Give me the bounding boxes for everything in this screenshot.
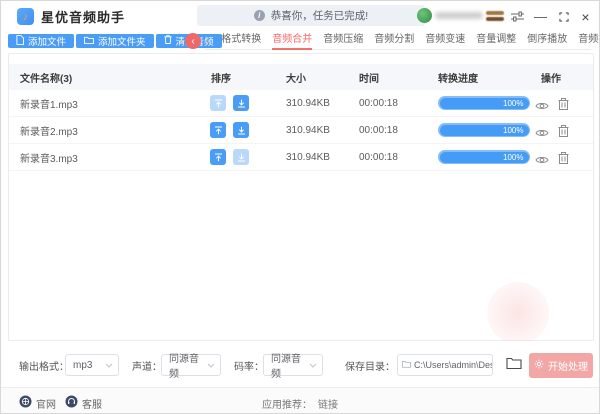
app-logo-icon: ♪ bbox=[17, 8, 34, 25]
preview-icon[interactable] bbox=[535, 98, 549, 116]
info-icon: i bbox=[254, 10, 265, 21]
redacted-promo bbox=[417, 7, 504, 24]
move-down-button[interactable] bbox=[233, 95, 249, 111]
app-recommend: 应用推荐： 链接 bbox=[1, 396, 599, 411]
bitrate-select[interactable]: 同源音频 bbox=[263, 354, 323, 376]
tab-reverse-play[interactable]: 倒序播放 bbox=[527, 32, 567, 50]
file-duration: 00:00:18 bbox=[359, 144, 398, 170]
footer: 官网 客服 应用推荐：链接 bbox=[1, 387, 599, 414]
file-duration: 00:00:18 bbox=[359, 117, 398, 143]
table-row: 新录音1.mp3 310.94KB 00:00:18 100% bbox=[9, 90, 593, 117]
settings-icon[interactable] bbox=[509, 8, 526, 25]
table-row: 新录音2.mp3 310.94KB 00:00:18 100% bbox=[9, 117, 593, 144]
bitrate-value: 同源音频 bbox=[271, 350, 309, 380]
tab-volume-adjust[interactable]: 音量调整 bbox=[476, 32, 516, 50]
tab-audio-extract[interactable]: 音频提取 bbox=[578, 32, 600, 50]
output-format-select[interactable]: mp3 bbox=[65, 354, 119, 376]
progress-value: 100% bbox=[503, 153, 528, 162]
file-size: 310.94KB bbox=[286, 90, 330, 116]
maximize-icon[interactable] bbox=[555, 8, 572, 25]
move-up-button[interactable] bbox=[210, 149, 226, 165]
minimize-icon[interactable]: — bbox=[532, 8, 549, 25]
file-duration: 00:00:18 bbox=[359, 90, 398, 116]
chevron-down-icon bbox=[207, 360, 215, 371]
watermark bbox=[487, 282, 549, 344]
add-file-button[interactable]: 添加文件 bbox=[8, 34, 74, 48]
bitrate-label: 码率： bbox=[234, 358, 264, 373]
browse-folder-button[interactable] bbox=[503, 354, 525, 376]
chevron-down-icon bbox=[309, 360, 317, 371]
tab-format-convert[interactable]: 格式转换 bbox=[221, 32, 261, 50]
tabs-scroll-left-icon[interactable]: < bbox=[205, 36, 210, 46]
app-window: ♪ 星优音频助手 i 恭喜你，任务已完成! — × 添加文件 添加文件夹 bbox=[0, 0, 600, 414]
tab-audio-split[interactable]: 音频分割 bbox=[374, 32, 414, 50]
notification-text: 恭喜你，任务已完成! bbox=[271, 8, 368, 23]
promo-logo-icon bbox=[417, 8, 432, 23]
file-name: 新录音3.mp3 bbox=[20, 144, 78, 170]
progress-bar: 100% bbox=[438, 150, 530, 164]
chevron-down-icon bbox=[105, 360, 113, 371]
progress-bar: 100% bbox=[438, 123, 530, 137]
delete-icon[interactable] bbox=[558, 97, 569, 115]
file-name: 新录音2.mp3 bbox=[20, 117, 78, 143]
move-down-button[interactable] bbox=[233, 122, 249, 138]
progress-value: 100% bbox=[503, 99, 528, 108]
folder-small-icon bbox=[402, 360, 411, 370]
channel-select[interactable]: 同源音频 bbox=[161, 354, 221, 376]
channel-label: 声道： bbox=[132, 358, 162, 373]
header-sort: 排序 bbox=[211, 64, 231, 90]
app-brand: ♪ 星优音频助手 bbox=[17, 7, 125, 26]
delete-icon[interactable] bbox=[558, 124, 569, 142]
feature-tabs: < 格式转换 音频合并 音频压缩 音频分割 音频变速 音量调整 倒序播放 音频提… bbox=[205, 32, 591, 50]
table-row: 新录音3.mp3 310.94KB 00:00:18 100% bbox=[9, 144, 593, 171]
preview-icon[interactable] bbox=[535, 125, 549, 143]
progress-bar: 100% bbox=[438, 96, 530, 110]
file-table-panel: 文件名称(3) 排序 大小 时间 转换进度 操作 新录音1.mp3 310.94… bbox=[8, 53, 594, 341]
collapse-tabs-button[interactable]: ‹ bbox=[185, 33, 201, 49]
file-size: 310.94KB bbox=[286, 117, 330, 143]
notification-banner: i 恭喜你，任务已完成! bbox=[197, 5, 425, 26]
add-folder-button[interactable]: 添加文件夹 bbox=[76, 34, 154, 48]
folder-open-icon bbox=[506, 357, 522, 373]
channel-value: 同源音频 bbox=[169, 350, 207, 380]
header-size: 大小 bbox=[286, 64, 306, 90]
add-folder-label: 添加文件夹 bbox=[98, 34, 146, 48]
move-up-button[interactable] bbox=[210, 122, 226, 138]
start-processing-button[interactable]: 开始处理 bbox=[529, 353, 593, 378]
recommend-link[interactable]: 链接 bbox=[318, 400, 338, 411]
tab-audio-merge[interactable]: 音频合并 bbox=[272, 32, 312, 50]
close-icon[interactable]: × bbox=[577, 8, 594, 25]
file-size: 310.94KB bbox=[286, 144, 330, 170]
folder-icon bbox=[84, 36, 94, 47]
add-file-label: 添加文件 bbox=[28, 34, 66, 48]
redacted-text bbox=[435, 12, 483, 19]
file-name: 新录音1.mp3 bbox=[20, 90, 78, 116]
titlebar: ♪ 星优音频助手 i 恭喜你，任务已完成! — × bbox=[1, 1, 599, 31]
gear-icon bbox=[534, 359, 544, 372]
delete-icon[interactable] bbox=[558, 151, 569, 169]
output-format-value: mp3 bbox=[73, 360, 92, 371]
output-settings-bar: 输出格式： mp3 声道： 同源音频 码率： 同源音频 保存目录： C:\Use… bbox=[1, 341, 599, 387]
redacted-badge bbox=[486, 11, 504, 21]
tab-audio-speed[interactable]: 音频变速 bbox=[425, 32, 465, 50]
progress-value: 100% bbox=[503, 126, 528, 135]
recommend-label: 应用推荐： bbox=[262, 400, 312, 411]
save-dir-value: C:\Users\admin\Deskto bbox=[414, 360, 493, 370]
tab-audio-compress[interactable]: 音频压缩 bbox=[323, 32, 363, 50]
output-format-label: 输出格式： bbox=[19, 358, 69, 373]
header-actions: 操作 bbox=[541, 64, 561, 90]
file-icon bbox=[16, 35, 24, 48]
move-down-button[interactable] bbox=[233, 149, 249, 165]
header-progress: 转换进度 bbox=[438, 64, 478, 90]
trash-icon bbox=[164, 35, 172, 47]
header-filename: 文件名称(3) bbox=[20, 64, 72, 90]
save-dir-label: 保存目录： bbox=[345, 358, 395, 373]
move-up-button[interactable] bbox=[210, 95, 226, 111]
table-header: 文件名称(3) 排序 大小 时间 转换进度 操作 bbox=[9, 64, 593, 90]
start-processing-label: 开始处理 bbox=[548, 358, 588, 373]
header-time: 时间 bbox=[359, 64, 379, 90]
save-dir-input[interactable]: C:\Users\admin\Deskto bbox=[397, 354, 493, 376]
preview-icon[interactable] bbox=[535, 152, 549, 170]
app-title: 星优音频助手 bbox=[41, 7, 125, 26]
